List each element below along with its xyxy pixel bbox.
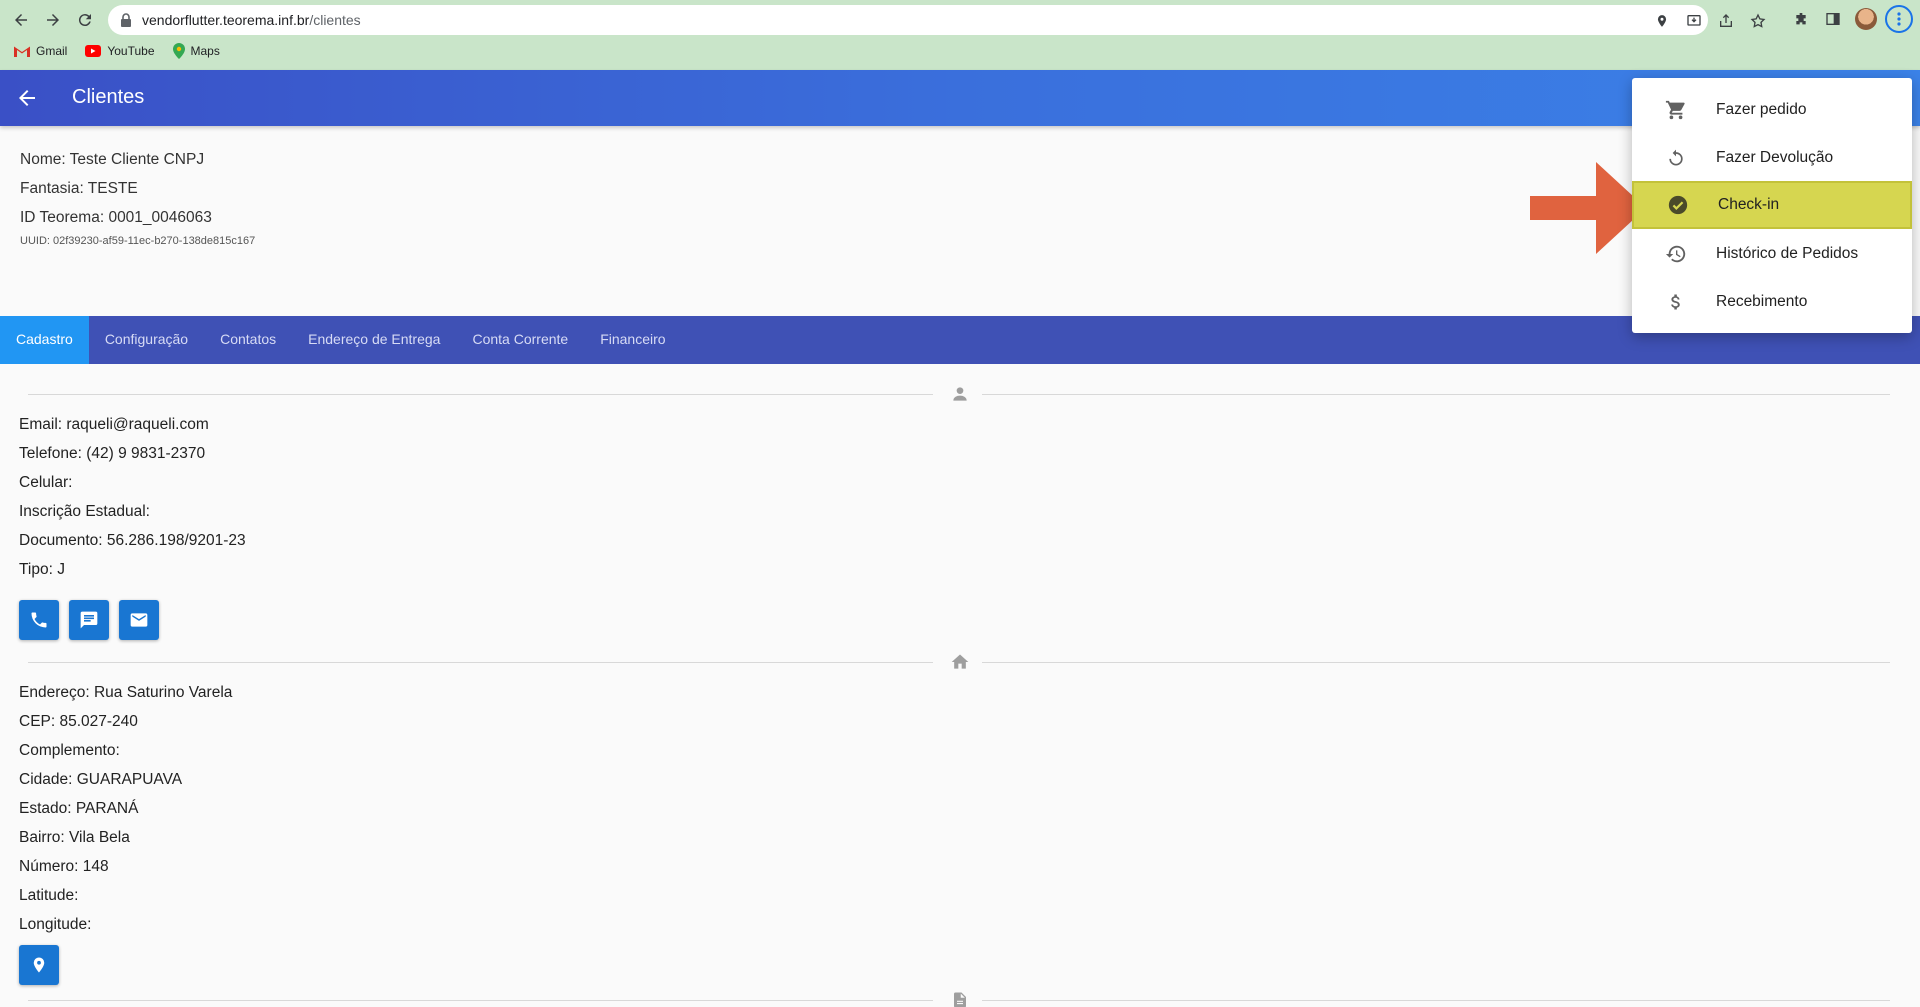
tab-endereco-entrega[interactable]: Endereço de Entrega — [292, 316, 456, 364]
tab-conta-corrente[interactable]: Conta Corrente — [456, 316, 584, 364]
client-uuid: UUID: 02f39230-af59-11ec-b270-138de815c1… — [20, 235, 256, 247]
check-circle-icon — [1666, 193, 1690, 217]
address-bar[interactable]: vendorflutter.teorema.inf.br/clientes — [108, 5, 1766, 35]
tab-financeiro[interactable]: Financeiro — [584, 316, 681, 364]
browser-menu-button[interactable] — [1885, 5, 1913, 33]
maps-icon — [172, 43, 185, 59]
address-bairro: Bairro: Vila Bela — [19, 829, 130, 846]
contact-inscricao: Inscrição Estadual: — [19, 503, 150, 520]
browser-chrome: vendorflutter.teorema.inf.br/clientes Gm… — [0, 0, 1920, 70]
person-icon — [948, 382, 972, 406]
address-cidade: Cidade: GUARAPUAVA — [19, 771, 183, 788]
call-button[interactable] — [19, 600, 59, 640]
location-pin-icon — [33, 957, 45, 973]
history-icon — [1664, 242, 1688, 266]
address-latitude: Latitude: — [19, 887, 79, 904]
mail-icon — [130, 613, 148, 627]
location-icon[interactable] — [1653, 12, 1671, 30]
menu-item-check-in[interactable]: Check-in — [1632, 181, 1912, 229]
gmail-icon — [14, 46, 30, 57]
client-name: Nome: Teste Cliente CNPJ — [20, 151, 205, 168]
extensions-icon[interactable] — [1789, 7, 1813, 31]
document-icon — [948, 988, 972, 1007]
home-icon — [948, 650, 972, 674]
contact-telefone: Telefone: (42) 9 9831-2370 — [19, 445, 206, 462]
reload-button[interactable] — [72, 7, 98, 33]
section-divider — [982, 394, 1890, 395]
section-divider — [28, 394, 933, 395]
arrow-back-icon — [19, 90, 35, 106]
actions-menu: Fazer pedido Fazer Devolução Check-in Hi… — [1632, 78, 1912, 333]
client-id-teorema: ID Teorema: 0001_0046063 — [20, 209, 212, 226]
address-complemento: Complemento: — [19, 742, 120, 759]
address-cep: CEP: 85.027-240 — [19, 713, 138, 730]
client-header: Nome: Teste Cliente CNPJ Fantasia: TESTE… — [20, 150, 255, 247]
forward-nav-button[interactable] — [40, 7, 66, 33]
tab-contatos[interactable]: Contatos — [204, 316, 292, 364]
back-nav-button[interactable] — [8, 7, 34, 33]
menu-item-recebimento[interactable]: Recebimento — [1632, 278, 1912, 326]
url-text: vendorflutter.teorema.inf.br/clientes — [142, 12, 361, 28]
profile-avatar[interactable] — [1855, 8, 1877, 30]
youtube-icon — [85, 45, 102, 57]
reload-icon — [78, 14, 91, 27]
page-title: Clientes — [72, 86, 145, 108]
cart-icon — [1664, 98, 1688, 122]
star-icon[interactable] — [1749, 12, 1767, 30]
tab-configuracao[interactable]: Configuração — [89, 316, 204, 364]
map-location-button[interactable] — [19, 945, 59, 985]
arrow-left-icon — [15, 14, 27, 26]
contact-documento: Documento: 56.286.198/9201-23 — [19, 532, 246, 549]
section-divider — [982, 1000, 1890, 1001]
address-endereco: Endereço: Rua Saturino Varela — [19, 684, 233, 701]
contact-tipo: Tipo: J — [19, 561, 65, 578]
annotation-arrow — [1530, 162, 1646, 254]
dollar-icon — [1664, 290, 1688, 314]
menu-item-historico-pedidos[interactable]: Histórico de Pedidos — [1632, 230, 1912, 278]
lock-icon — [121, 13, 131, 27]
arrow-right-icon — [47, 14, 59, 26]
menu-item-fazer-devolucao[interactable]: Fazer Devolução — [1632, 134, 1912, 182]
address-numero: Número: 148 — [19, 858, 109, 875]
menu-item-fazer-pedido[interactable]: Fazer pedido — [1632, 86, 1912, 134]
share-icon[interactable] — [1717, 12, 1735, 30]
address-longitude: Longitude: — [19, 916, 92, 933]
message-icon — [80, 611, 98, 629]
bookmarks-bar: Gmail YouTube Maps — [0, 40, 224, 62]
more-vert-icon — [1897, 12, 1901, 26]
sidepanel-icon[interactable] — [1821, 7, 1845, 31]
undo-icon — [1664, 146, 1688, 170]
contact-email: Email: raqueli@raqueli.com — [19, 416, 209, 433]
tab-cadastro[interactable]: Cadastro — [0, 316, 89, 364]
app-back-button[interactable] — [15, 86, 39, 115]
install-icon[interactable] — [1685, 12, 1703, 30]
client-fantasia: Fantasia: TESTE — [20, 180, 138, 197]
email-button[interactable] — [119, 600, 159, 640]
bookmark-maps[interactable]: Maps — [172, 43, 220, 59]
contact-celular: Celular: — [19, 474, 73, 491]
section-divider — [28, 662, 933, 663]
section-divider — [982, 662, 1890, 663]
address-estado: Estado: PARANÁ — [19, 800, 139, 817]
phone-icon — [31, 612, 47, 628]
bookmark-youtube[interactable]: YouTube — [85, 44, 155, 58]
message-button[interactable] — [69, 600, 109, 640]
section-divider — [28, 1000, 933, 1001]
bookmark-gmail[interactable]: Gmail — [14, 44, 67, 58]
